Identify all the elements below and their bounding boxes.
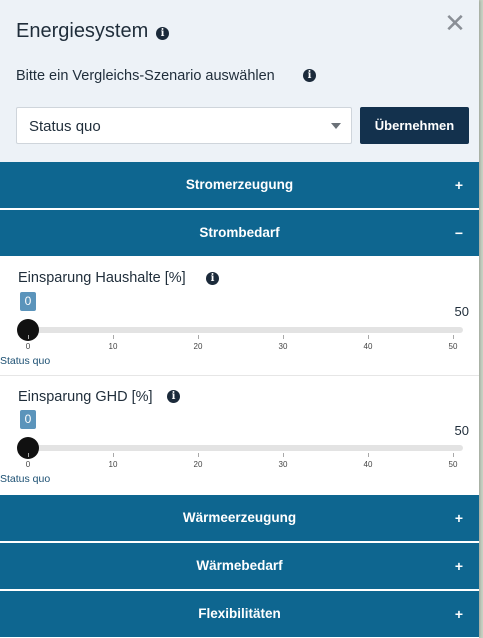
tick-label: 30 xyxy=(278,460,288,469)
close-icon[interactable]: ✕ xyxy=(443,10,467,36)
accordion-strombedarf[interactable]: Strombedarf − xyxy=(0,210,479,256)
scenario-select-value: Status quo xyxy=(29,118,101,135)
tick-mark xyxy=(113,453,114,457)
slider-track[interactable] xyxy=(28,445,463,451)
accordion-waermeerzeugung[interactable]: Wärmeerzeugung + xyxy=(0,495,479,541)
tick-label: 0 xyxy=(25,342,31,351)
accordion-flexibilitaeten[interactable]: Flexibilitäten + xyxy=(0,591,479,637)
tick-mark xyxy=(28,335,29,339)
slider-einsparung-haushalte: Einsparung Haushalte [%] i 0 50 0 10 20 … xyxy=(0,258,479,376)
status-quo-marker: Status quo xyxy=(0,473,51,485)
accordion-label: Strombedarf xyxy=(199,225,280,240)
tick-label: 10 xyxy=(108,342,118,351)
expand-icon: + xyxy=(454,558,463,574)
tick-label: 40 xyxy=(363,342,373,351)
tick-mark xyxy=(368,453,369,457)
tick-label: 30 xyxy=(278,342,288,351)
value-badge: 0 xyxy=(20,292,36,311)
tick-mark xyxy=(283,453,284,457)
accordion-label: Stromerzeugung xyxy=(185,177,294,192)
accordion-label: Flexibilitäten xyxy=(198,606,281,621)
slider-label: Einsparung GHD [%] xyxy=(18,389,153,405)
tick-mark xyxy=(28,453,29,457)
max-value-label: 50 xyxy=(454,304,469,319)
tick-label: 10 xyxy=(108,460,118,469)
slider-einsparung-ghd: Einsparung GHD [%] i 0 50 0 10 20 30 40 … xyxy=(0,376,479,494)
status-quo-marker: Status quo xyxy=(0,355,51,367)
info-icon[interactable]: i xyxy=(206,272,219,285)
accordion-label: Wärmeerzeugung xyxy=(182,510,297,525)
tick-label: 50 xyxy=(448,342,458,351)
tick-label: 20 xyxy=(193,342,203,351)
accordion-label: Wärmebedarf xyxy=(196,558,283,573)
info-icon[interactable]: i xyxy=(167,390,180,403)
info-icon[interactable]: i xyxy=(303,69,316,82)
panel-header: Energiesystem i ✕ Bitte ein Vergleichs-S… xyxy=(0,0,479,162)
tick-label: 0 xyxy=(25,460,31,469)
scenario-select[interactable]: Status quo xyxy=(16,107,352,144)
slider-label: Einsparung Haushalte [%] xyxy=(18,270,186,286)
tick-label: 50 xyxy=(448,460,458,469)
scenario-prompt: Bitte ein Vergleichs-Szenario auswählen xyxy=(16,68,275,84)
value-badge: 0 xyxy=(20,410,36,429)
tick-mark xyxy=(453,453,454,457)
expand-icon: + xyxy=(454,606,463,622)
tick-mark xyxy=(283,335,284,339)
tick-mark xyxy=(368,335,369,339)
tick-label: 40 xyxy=(363,460,373,469)
caret-down-icon xyxy=(331,123,341,129)
info-icon[interactable]: i xyxy=(156,27,169,40)
tick-label: 20 xyxy=(193,460,203,469)
collapse-icon: − xyxy=(454,225,463,241)
expand-icon: + xyxy=(454,177,463,193)
tick-mark xyxy=(453,335,454,339)
panel-title: Energiesystem xyxy=(16,20,149,42)
max-value-label: 50 xyxy=(454,423,469,438)
accordion-waermebedarf[interactable]: Wärmebedarf + xyxy=(0,543,479,589)
tick-mark xyxy=(113,335,114,339)
energy-system-panel: Energiesystem i ✕ Bitte ein Vergleichs-S… xyxy=(0,0,479,638)
apply-button[interactable]: Übernehmen xyxy=(360,107,469,144)
expand-icon: + xyxy=(454,510,463,526)
accordion-stromerzeugung[interactable]: Stromerzeugung + xyxy=(0,162,479,208)
tick-mark xyxy=(198,335,199,339)
tick-mark xyxy=(198,453,199,457)
slider-track[interactable] xyxy=(28,327,463,333)
